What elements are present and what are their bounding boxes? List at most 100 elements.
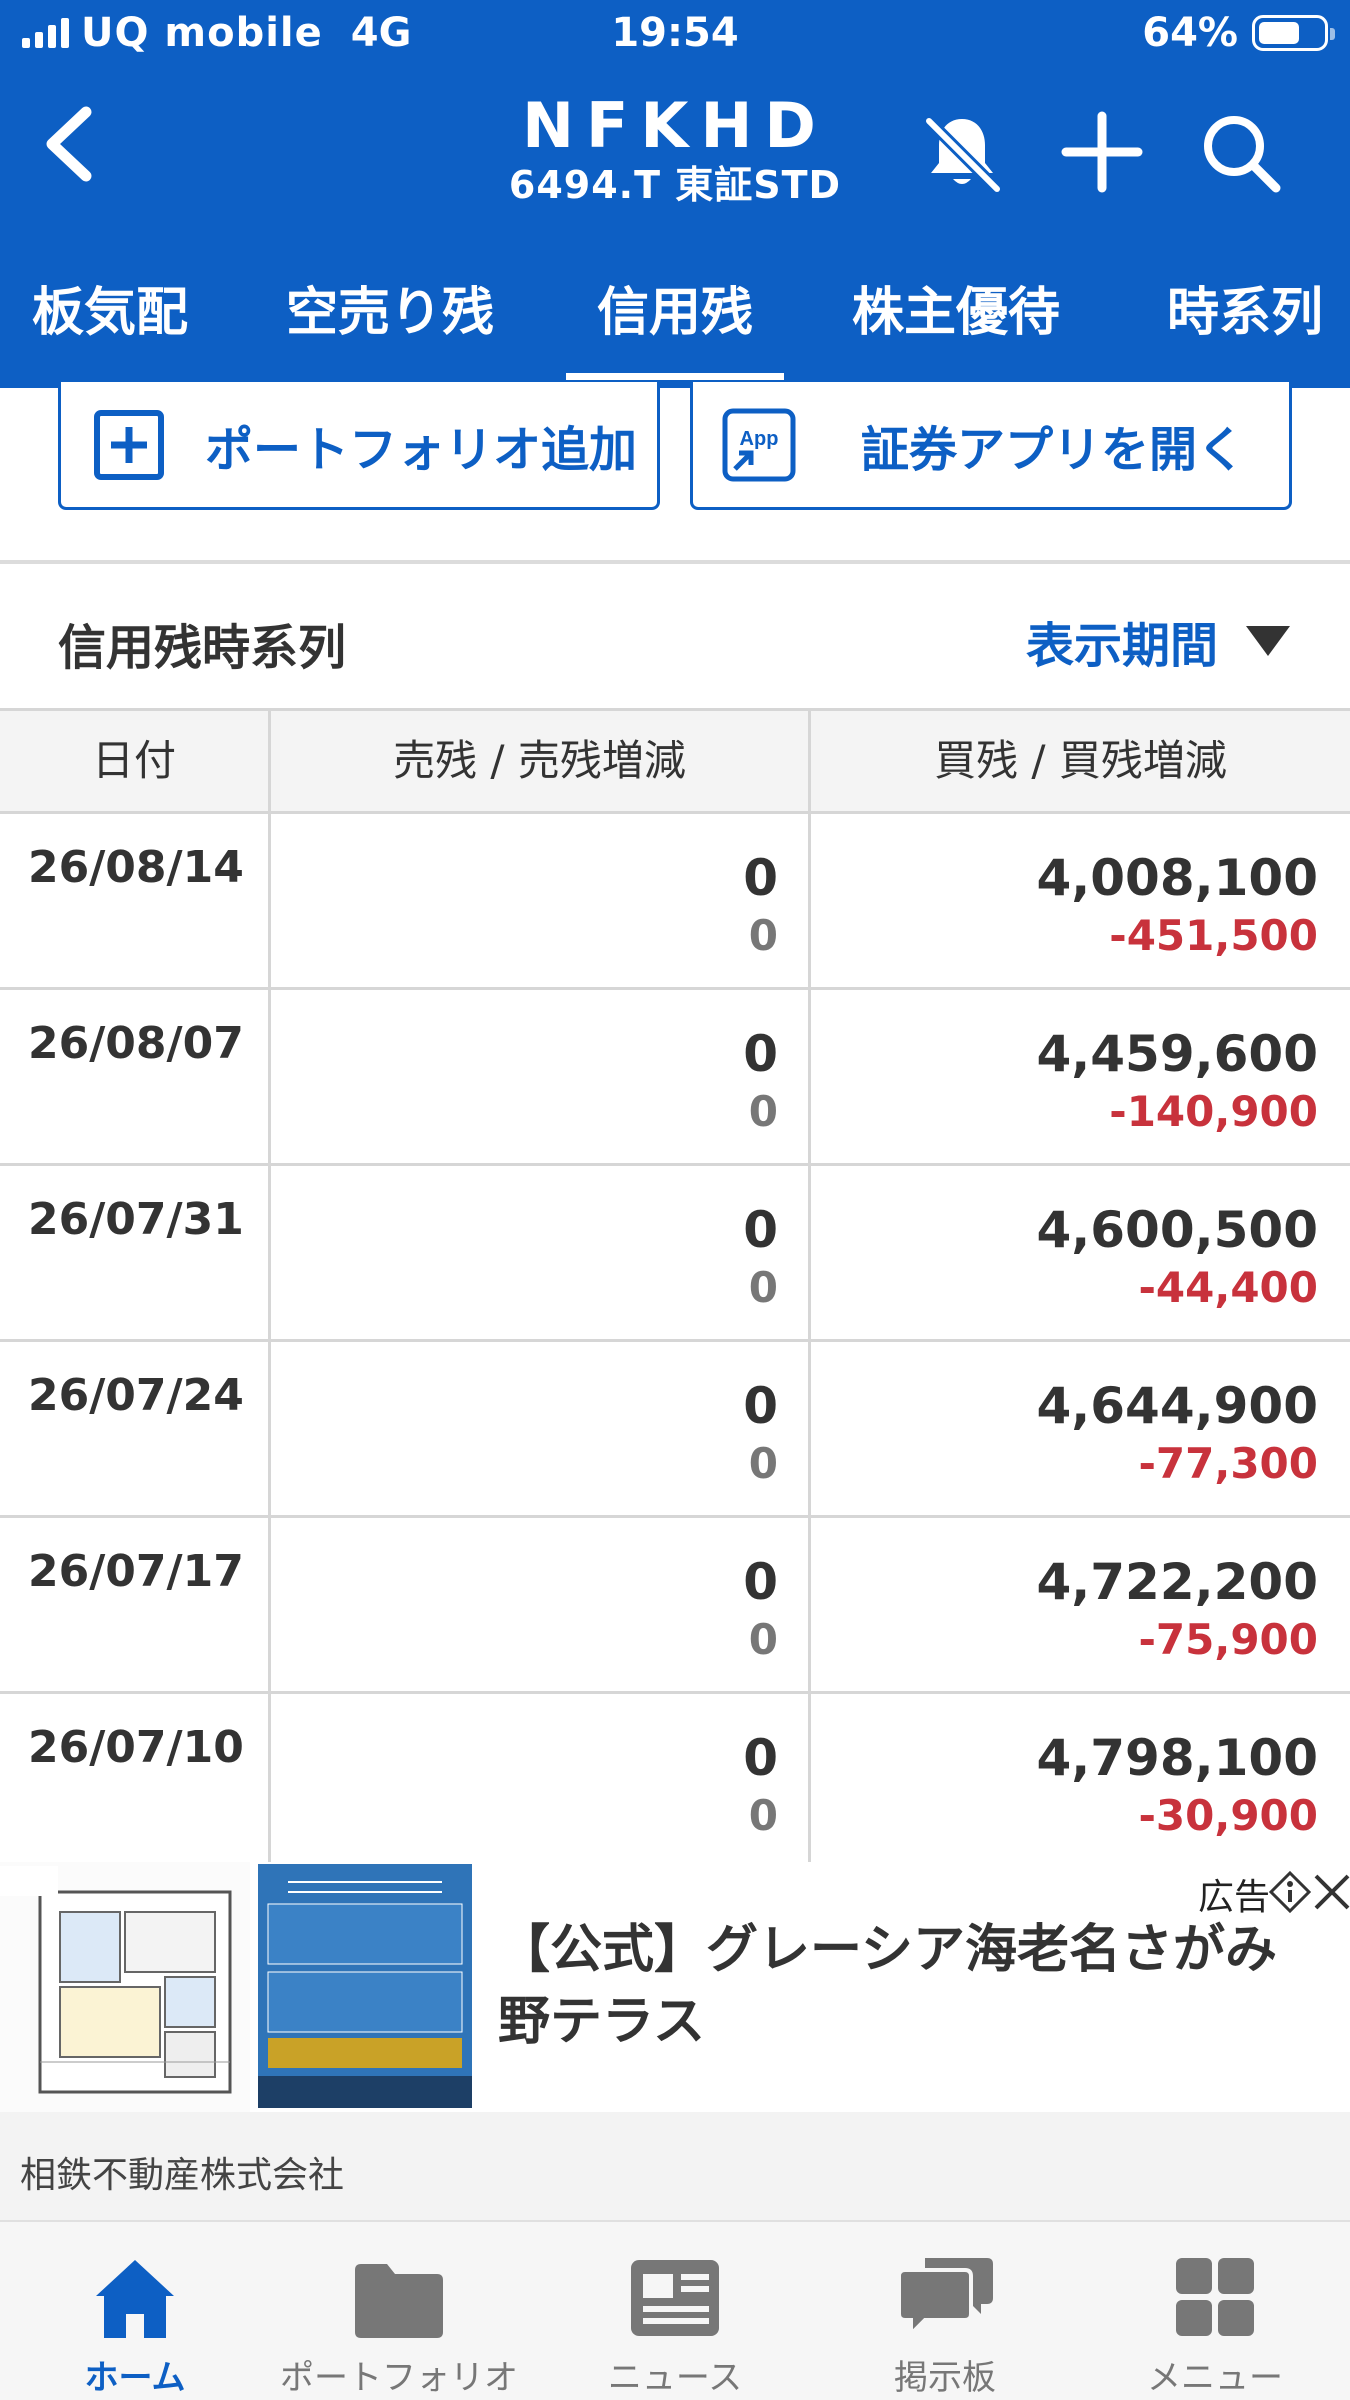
- header-sell: 売残 / 売残増減: [393, 736, 686, 785]
- sell-cell: 0 0: [743, 848, 778, 964]
- app-icon-text: App: [740, 428, 779, 450]
- buy-change: -44,400: [1138, 1263, 1318, 1312]
- nav-portfolio[interactable]: ポートフォリオ: [264, 2222, 534, 2400]
- buy-change: -451,500: [1109, 911, 1318, 960]
- nav-portfolio-label: ポートフォリオ: [280, 2358, 518, 2398]
- ad-floorplan-image: [0, 1862, 250, 2112]
- bell-off-icon: [924, 116, 1002, 194]
- tab-margin-balance[interactable]: 信用残: [566, 270, 784, 380]
- sell-balance: 0: [743, 849, 778, 907]
- column-divider: [808, 1694, 811, 1872]
- header-date: 日付: [91, 736, 176, 785]
- sell-cell: 0 0: [743, 1728, 778, 1844]
- nav-menu[interactable]: メニュー: [1080, 2222, 1350, 2400]
- buy-balance: 4,600,500: [1036, 1201, 1318, 1259]
- column-divider: [268, 1342, 271, 1515]
- period-select-button[interactable]: 表示期間: [1026, 606, 1290, 676]
- table-row: 26/07/24 0 0 4,644,900 -77,300: [0, 1342, 1350, 1518]
- search-button[interactable]: [1190, 102, 1290, 202]
- battery-percent: 64%: [1142, 10, 1238, 56]
- plus-box-icon: [94, 409, 164, 480]
- ad-label: 広告: [1197, 1877, 1270, 1918]
- table-row: 26/08/07 0 0 4,459,600 -140,900: [0, 990, 1350, 1166]
- status-right: 64%: [1142, 10, 1335, 56]
- open-app-label: 証券アプリを開く: [861, 421, 1246, 478]
- menu-grid-icon: [1176, 2258, 1254, 2336]
- ad-advertiser-name: 相鉄不動産株式会社: [20, 2155, 345, 2196]
- nav-home-label: ホーム: [84, 2358, 186, 2398]
- sell-change: 0: [748, 1791, 778, 1840]
- buy-change: -140,900: [1109, 1087, 1318, 1136]
- alert-toggle-button[interactable]: [912, 102, 1012, 202]
- home-icon: [96, 2260, 174, 2338]
- portfolio-add-button[interactable]: ポートフォリオ追加: [58, 382, 660, 510]
- buy-cell: 4,600,500 -44,400: [1036, 1200, 1318, 1316]
- row-date: 26/07/17: [28, 1546, 244, 1597]
- column-divider: [268, 814, 271, 987]
- app-open-icon: App: [722, 408, 796, 481]
- table-header: 日付 売残 / 売残増減 買残 / 買残増減: [0, 708, 1350, 814]
- buy-balance: 4,008,100: [1036, 849, 1318, 907]
- tab-short-interest[interactable]: 空売り残: [270, 270, 510, 380]
- row-date: 26/07/31: [28, 1194, 244, 1245]
- status-bar: UQ mobile 4G 19:54 64%: [0, 0, 1350, 74]
- ad-banner[interactable]: 広告 【公式】グレーシア海老名さがみ野テラス: [0, 1862, 1350, 2112]
- buy-change: -30,900: [1138, 1791, 1318, 1840]
- ad-title[interactable]: 【公式】グレーシア海老名さがみ野テラス: [498, 1914, 1308, 2058]
- sell-change: 0: [748, 1439, 778, 1488]
- buy-balance: 4,722,200: [1036, 1553, 1318, 1611]
- ad-advertiser-bar[interactable]: 相鉄不動産株式会社: [0, 2112, 1350, 2222]
- nav-home[interactable]: ホーム: [0, 2222, 270, 2400]
- nav-news[interactable]: ニュース: [540, 2222, 810, 2400]
- column-divider: [808, 1166, 811, 1339]
- tab-shareholder-benefits[interactable]: 株主優待: [836, 270, 1076, 380]
- column-divider: [268, 1166, 271, 1339]
- search-icon: [1204, 116, 1281, 193]
- add-button[interactable]: [1052, 102, 1152, 202]
- ad-info-icon[interactable]: [1268, 1870, 1312, 1914]
- sell-change: 0: [748, 1087, 778, 1136]
- buy-cell: 4,008,100 -451,500: [1036, 848, 1318, 964]
- app-header: UQ mobile 4G 19:54 64% NFKHD 6494.T 東証ST…: [0, 0, 1350, 388]
- buy-change: -77,300: [1138, 1439, 1318, 1488]
- row-date: 26/08/14: [28, 842, 244, 893]
- column-divider: [808, 1518, 811, 1691]
- margin-balance-table: 日付 売残 / 売残増減 買残 / 買残増減 26/08/14 0 0 4,00…: [0, 708, 1350, 1872]
- buy-cell: 4,459,600 -140,900: [1036, 1024, 1318, 1140]
- header-buy: 買残 / 買残増減: [934, 736, 1227, 785]
- table-row: 26/07/17 0 0 4,722,200 -75,900: [0, 1518, 1350, 1694]
- close-icon[interactable]: [1310, 1870, 1350, 1914]
- buy-cell: 4,644,900 -77,300: [1036, 1376, 1318, 1492]
- column-divider: [268, 990, 271, 1163]
- column-divider: [808, 1342, 811, 1515]
- table-row: 26/07/10 0 0 4,798,100 -30,900: [0, 1694, 1350, 1872]
- column-divider: [808, 990, 811, 1163]
- period-select-label: 表示期間: [1025, 618, 1218, 674]
- tab-bar: 板気配 空売り残 信用残 株主優待 時系列: [0, 262, 1350, 388]
- section-header: 信用残時系列 表示期間: [0, 564, 1350, 708]
- sell-cell: 0 0: [743, 1024, 778, 1140]
- table-row: 26/07/31 0 0 4,600,500 -44,400: [0, 1166, 1350, 1342]
- row-date: 26/07/24: [28, 1370, 244, 1421]
- portfolio-add-label: ポートフォリオ追加: [205, 421, 638, 478]
- buy-cell: 4,722,200 -75,900: [1036, 1552, 1318, 1668]
- table-row: 26/08/14 0 0 4,008,100 -451,500: [0, 814, 1350, 990]
- sell-change: 0: [748, 1263, 778, 1312]
- battery-icon: [1252, 15, 1335, 51]
- sell-cell: 0 0: [743, 1376, 778, 1492]
- nav-menu-label: メニュー: [1147, 2358, 1283, 2398]
- buy-balance: 4,459,600: [1036, 1025, 1318, 1083]
- buy-cell: 4,798,100 -30,900: [1036, 1728, 1318, 1844]
- sell-cell: 0 0: [743, 1200, 778, 1316]
- column-divider: [268, 1694, 271, 1872]
- column-divider: [268, 1518, 271, 1691]
- news-icon: [631, 2260, 719, 2336]
- nav-bar: NFKHD 6494.T 東証STD: [0, 74, 1350, 224]
- open-securities-app-button[interactable]: App 証券アプリを開く: [690, 382, 1292, 510]
- buy-balance: 4,644,900: [1036, 1377, 1318, 1435]
- tab-order-book[interactable]: 板気配: [0, 270, 220, 380]
- column-divider: [808, 814, 811, 987]
- nav-message-board-label: 掲示板: [894, 2358, 996, 2398]
- tab-time-series[interactable]: 時系列: [1140, 270, 1350, 380]
- nav-message-board[interactable]: 掲示板: [810, 2222, 1080, 2400]
